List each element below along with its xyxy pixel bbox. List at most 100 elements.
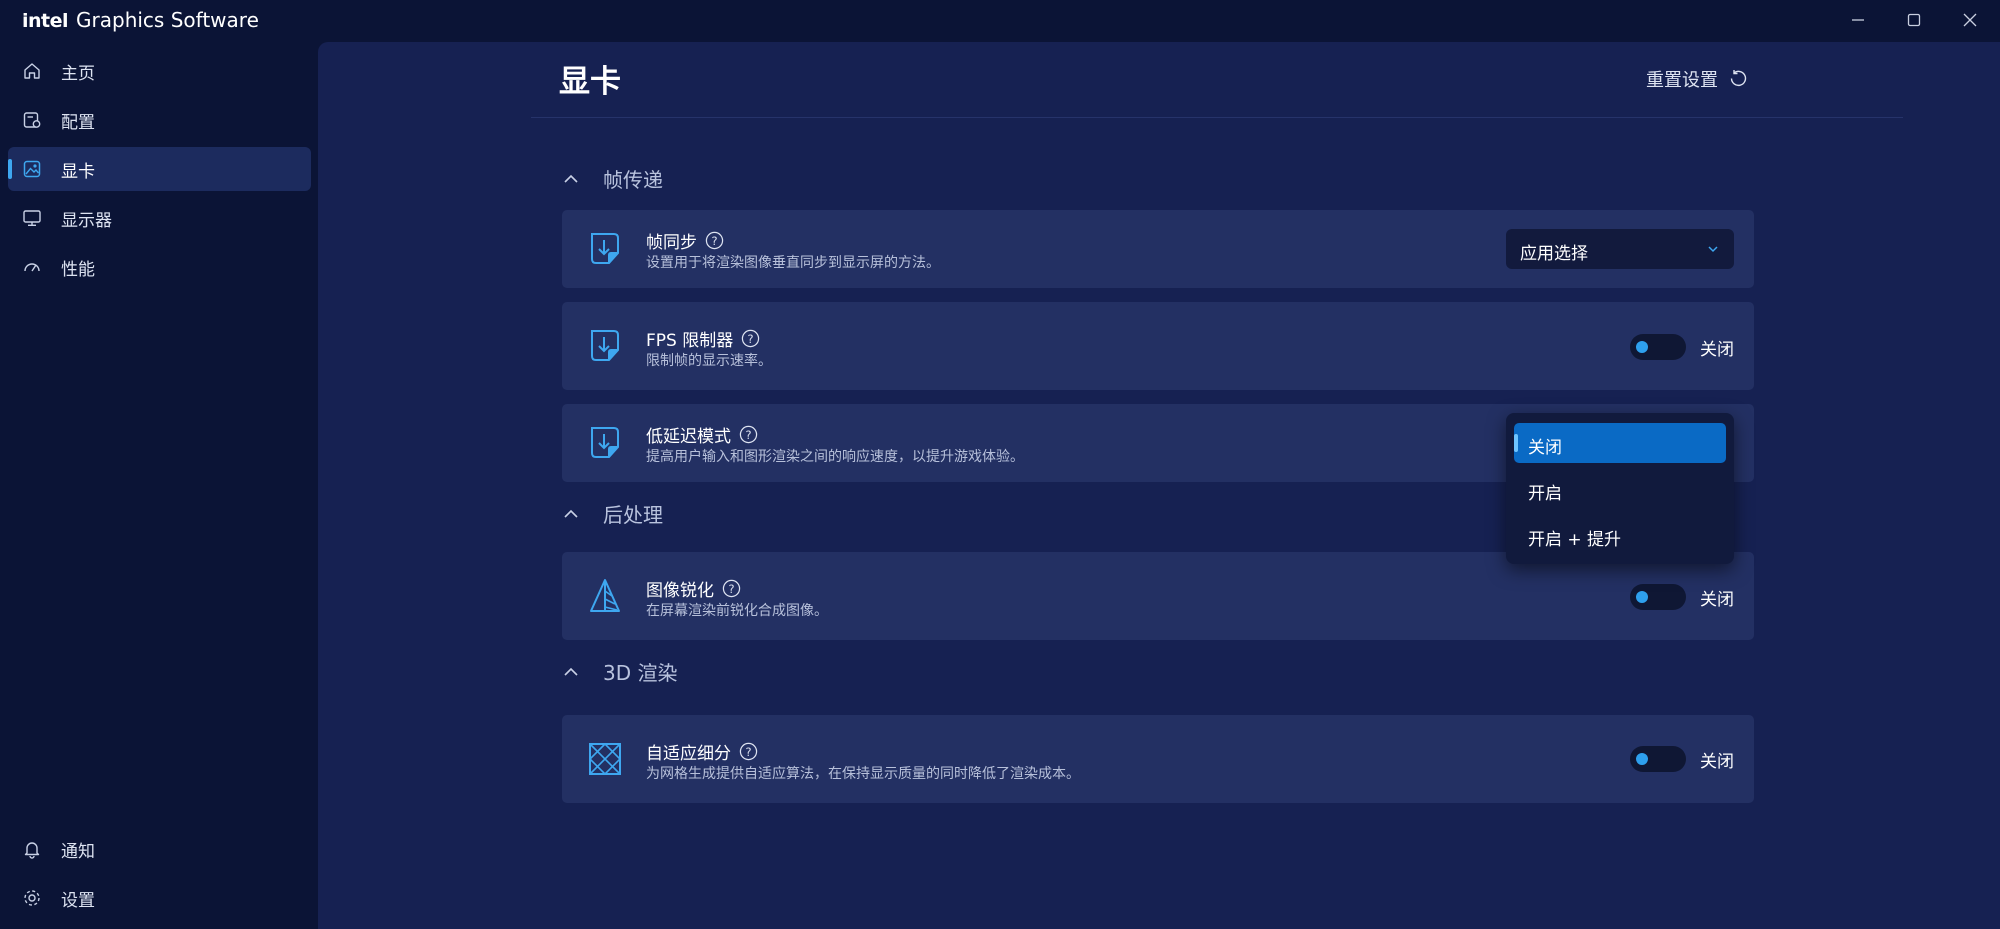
help-icon[interactable]: ? xyxy=(739,425,758,444)
section-title: 后处理 xyxy=(603,503,663,527)
sidebar-item-display[interactable]: 显示器 xyxy=(8,196,311,240)
sharpening-toggle[interactable] xyxy=(1630,584,1686,610)
section-header-3d-rendering[interactable]: 3D 渲染 xyxy=(561,657,677,686)
sidebar-item-settings[interactable]: 设置 xyxy=(8,876,311,920)
card-title: FPS 限制器 ? xyxy=(646,326,760,351)
vsync-title: 帧同步 xyxy=(646,233,697,253)
sidebar-item-label: 性能 xyxy=(61,259,95,280)
section-header-post-processing[interactable]: 后处理 xyxy=(561,499,663,528)
card-image-sharpening: 图像锐化 ? 在屏幕渲染前锐化合成图像。 xyxy=(562,552,1754,640)
help-icon[interactable]: ? xyxy=(741,329,760,348)
brand-logo: intel xyxy=(22,10,69,32)
selected-indicator xyxy=(1514,434,1518,452)
card-fps-limiter: FPS 限制器 ? 限制帧的显示速率。 xyxy=(562,302,1754,390)
sharpening-toggle-group: 关闭 xyxy=(1630,584,1734,610)
sidebar-item-label: 显示器 xyxy=(61,210,112,231)
help-icon[interactable]: ? xyxy=(705,231,724,250)
low-latency-icon xyxy=(591,427,619,458)
vsync-select-value: 应用选择 xyxy=(1520,244,1588,264)
toggle-knob xyxy=(1636,753,1648,765)
title-bar: intel Graphics Software xyxy=(0,0,2000,42)
svg-text:?: ? xyxy=(711,234,717,248)
sidebar-item-graphics[interactable]: 显卡 xyxy=(8,147,311,191)
tessellation-icon xyxy=(588,742,622,776)
header-divider xyxy=(531,117,1903,118)
card-title: 低延迟模式 ? xyxy=(646,422,758,447)
tessellation-toggle-group: 关闭 xyxy=(1630,746,1734,772)
app-title: intel Graphics Software xyxy=(22,8,259,32)
reset-icon xyxy=(1730,70,1747,87)
dropdown-option-on[interactable]: 开启 xyxy=(1514,469,1726,509)
svg-text:?: ? xyxy=(745,745,751,759)
fps-limiter-toggle[interactable] xyxy=(1630,334,1686,360)
fps-limiter-toggle-group: 关闭 xyxy=(1630,334,1734,360)
monitor-icon xyxy=(23,210,41,226)
help-icon[interactable]: ? xyxy=(722,579,741,598)
bell-icon xyxy=(24,842,40,859)
vsync-select[interactable]: 应用选择 xyxy=(1506,229,1734,269)
toggle-state-label: 关闭 xyxy=(1700,589,1734,610)
low-latency-title: 低延迟模式 xyxy=(646,427,731,447)
card-title: 图像锐化 ? xyxy=(646,576,741,601)
sidebar: 主页 配置 显卡 显示器 性能 通知 设置 xyxy=(0,42,318,929)
main-panel: 显卡 重置设置 帧传递 帧同步 ? 设置用于将渲染图像垂直同步到显示屏的方法。 … xyxy=(318,42,2000,929)
chevron-up-icon xyxy=(564,667,578,676)
graphics-icon xyxy=(23,160,41,178)
dropdown-option-label: 开启 xyxy=(1528,484,1562,504)
toggle-state-label: 关闭 xyxy=(1700,339,1734,360)
active-indicator xyxy=(8,159,12,179)
fps-limiter-title: FPS 限制器 xyxy=(646,331,734,351)
gear-icon xyxy=(24,890,40,906)
minimize-button[interactable] xyxy=(1830,0,1886,40)
svg-text:?: ? xyxy=(748,332,754,346)
tessellation-toggle[interactable] xyxy=(1630,746,1686,772)
sidebar-item-label: 主页 xyxy=(61,63,95,84)
maximize-button[interactable] xyxy=(1886,0,1942,40)
card-description: 提高用户输入和图形渲染之间的响应速度，以提升游戏体验。 xyxy=(646,449,1024,465)
card-description: 设置用于将渲染图像垂直同步到显示屏的方法。 xyxy=(646,255,940,271)
sidebar-item-label: 通知 xyxy=(61,841,95,862)
help-icon[interactable]: ? xyxy=(739,742,758,761)
dropdown-option-off[interactable]: 关闭 xyxy=(1514,423,1726,463)
card-description: 限制帧的显示速率。 xyxy=(646,353,772,369)
app-name: Graphics Software xyxy=(76,8,259,32)
close-icon xyxy=(1963,13,1977,27)
reset-settings-button[interactable]: 重置设置 xyxy=(1646,66,1748,92)
svg-text:?: ? xyxy=(745,428,751,442)
tessellation-title: 自适应细分 xyxy=(646,744,731,764)
home-icon xyxy=(24,63,40,79)
frame-sync-icon xyxy=(591,233,619,264)
card-adaptive-tessellation: 自适应细分 ? 为网格生成提供自适应算法，在保持显示质量的同时降低了渲染成本。 xyxy=(562,715,1754,803)
chevron-up-icon xyxy=(564,509,578,518)
sidebar-item-label: 显卡 xyxy=(61,161,95,182)
sidebar-item-home[interactable]: 主页 xyxy=(8,49,311,93)
reset-label: 重置设置 xyxy=(1646,70,1718,91)
page-title: 显卡 xyxy=(559,64,621,100)
card-title: 自适应细分 ? xyxy=(646,739,758,764)
gauge-icon xyxy=(24,263,40,272)
minimize-icon xyxy=(1852,19,1864,21)
toggle-knob xyxy=(1636,341,1648,353)
profile-icon xyxy=(23,112,41,128)
sidebar-item-profiles[interactable]: 配置 xyxy=(8,98,311,142)
section-header-frame-delivery[interactable]: 帧传递 xyxy=(561,164,663,193)
card-title: 帧同步 ? xyxy=(646,228,724,253)
close-button[interactable] xyxy=(1942,0,1998,40)
low-latency-dropdown: 关闭 开启 开启 + 提升 xyxy=(1506,413,1734,564)
dropdown-option-label: 关闭 xyxy=(1528,438,1562,458)
dropdown-option-label: 开启 + 提升 xyxy=(1528,530,1622,550)
sharpening-icon xyxy=(590,579,620,612)
chevron-up-icon xyxy=(564,174,578,183)
svg-text:?: ? xyxy=(728,582,734,596)
dropdown-option-on-boost[interactable]: 开启 + 提升 xyxy=(1514,515,1726,555)
section-title: 3D 渲染 xyxy=(603,661,678,685)
card-description: 为网格生成提供自适应算法，在保持显示质量的同时降低了渲染成本。 xyxy=(646,766,1080,782)
sidebar-item-label: 配置 xyxy=(61,112,95,133)
card-description: 在屏幕渲染前锐化合成图像。 xyxy=(646,603,828,619)
sharpening-title: 图像锐化 xyxy=(646,581,714,601)
sidebar-item-label: 设置 xyxy=(61,890,95,911)
section-title: 帧传递 xyxy=(603,168,663,192)
fps-limiter-icon xyxy=(591,330,619,361)
sidebar-item-notifications[interactable]: 通知 xyxy=(8,827,311,871)
sidebar-item-performance[interactable]: 性能 xyxy=(8,245,311,289)
